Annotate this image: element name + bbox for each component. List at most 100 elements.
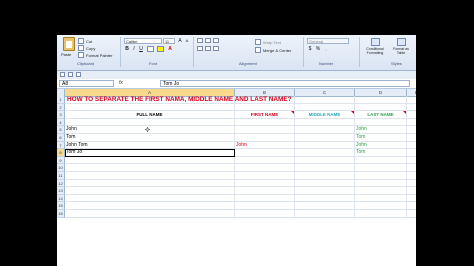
grid-cell[interactable]: [355, 118, 407, 127]
grid-cell[interactable]: [407, 104, 416, 112]
fx-icon[interactable]: fx: [119, 80, 123, 86]
grid-cell[interactable]: [407, 164, 416, 172]
cell-a5[interactable]: John: [65, 126, 235, 134]
grid-cell[interactable]: [407, 134, 416, 142]
align-bottom-icon[interactable]: [213, 38, 219, 43]
grid-cell[interactable]: [355, 172, 407, 180]
grid-cell[interactable]: [407, 210, 416, 218]
cell-d6[interactable]: Tom: [355, 134, 407, 142]
grid-cell[interactable]: [355, 202, 407, 210]
grid-cell[interactable]: [65, 202, 235, 210]
row-header-12[interactable]: 12: [57, 179, 65, 188]
grid-cell[interactable]: [295, 179, 355, 188]
grid-cell[interactable]: [407, 96, 416, 104]
header-middle-name[interactable]: MIDDLE NAME: [295, 111, 355, 119]
grid-cell[interactable]: [235, 134, 295, 142]
align-top-icon[interactable]: [197, 38, 203, 43]
grid-cell[interactable]: [65, 187, 235, 195]
grid-cell[interactable]: [65, 156, 235, 165]
cell-a7[interactable]: John Tom: [65, 142, 235, 150]
grid-cell[interactable]: [355, 103, 407, 112]
worksheet-grid[interactable]: A B C D E 12345678910111213141516 HOW TO…: [57, 89, 416, 266]
row-header-11[interactable]: 11: [57, 172, 65, 180]
grid-cell[interactable]: [355, 210, 407, 218]
name-box[interactable]: A8: [59, 80, 114, 87]
row-header-8[interactable]: 8: [57, 149, 65, 157]
fill-color-icon[interactable]: [157, 46, 164, 52]
cell-d7[interactable]: John: [355, 142, 407, 150]
underline-button[interactable]: U: [138, 46, 144, 52]
grid-cell[interactable]: [65, 103, 235, 112]
format-painter-button[interactable]: Format Painter: [78, 52, 112, 58]
grid-cell[interactable]: [235, 187, 295, 195]
grid-cell[interactable]: [235, 179, 295, 188]
grid-cell[interactable]: [295, 118, 355, 127]
row-header-4[interactable]: 4: [57, 118, 65, 127]
percent-icon[interactable]: %: [315, 46, 321, 52]
cell-a6[interactable]: Tom: [65, 134, 235, 142]
align-right-icon[interactable]: [213, 46, 219, 51]
column-header-d[interactable]: D: [355, 89, 407, 96]
row-header-6[interactable]: 6: [57, 134, 65, 142]
grid-cell[interactable]: [65, 172, 235, 180]
paste-button[interactable]: Paste: [60, 37, 76, 59]
redo-icon[interactable]: [76, 72, 81, 77]
format-as-table-button[interactable]: Format as Table: [389, 38, 413, 55]
grid-cell[interactable]: [407, 195, 416, 203]
grid-cell[interactable]: [65, 118, 235, 127]
row-header-16[interactable]: 16: [57, 210, 65, 218]
grid-cell[interactable]: [235, 202, 295, 210]
header-last-name[interactable]: LAST NAME: [355, 111, 407, 119]
currency-icon[interactable]: $: [307, 46, 313, 52]
grid-cell[interactable]: [295, 149, 355, 157]
column-header-e[interactable]: E: [407, 89, 416, 96]
shrink-font-icon[interactable]: A: [184, 38, 190, 44]
row-header-9[interactable]: 9: [57, 156, 65, 165]
sheet-title-cell[interactable]: HOW TO SEPARATE THE FIRST NAMA, MIDDLE N…: [67, 96, 292, 103]
grid-cell[interactable]: [295, 156, 355, 165]
row-header-5[interactable]: 5: [57, 126, 65, 134]
row-header-7[interactable]: 7: [57, 141, 65, 150]
number-format-select[interactable]: General: [307, 38, 349, 44]
cell-d5[interactable]: John: [355, 126, 407, 134]
grid-cell[interactable]: [295, 103, 355, 112]
comma-style-icon[interactable]: ,: [323, 46, 329, 52]
cell-b7[interactable]: John: [235, 142, 295, 150]
grid-cell[interactable]: [65, 210, 235, 218]
grid-cell[interactable]: [407, 187, 416, 195]
grid-cell[interactable]: [235, 149, 295, 157]
grid-cell[interactable]: [295, 202, 355, 210]
merge-center-button[interactable]: Merge & Center: [255, 47, 291, 53]
row-header-1[interactable]: 1: [57, 96, 65, 104]
cell-d8[interactable]: Tom: [355, 149, 407, 157]
row-header-13[interactable]: 13: [57, 187, 65, 195]
grid-cell[interactable]: [407, 157, 416, 165]
select-all-corner[interactable]: [57, 89, 65, 96]
grid-cell[interactable]: [355, 179, 407, 188]
grid-cell[interactable]: [235, 210, 295, 218]
header-full-name[interactable]: FULL NAME: [65, 111, 235, 119]
column-header-c[interactable]: C: [295, 89, 355, 96]
row-header-14[interactable]: 14: [57, 194, 65, 203]
grid-cell[interactable]: [295, 141, 355, 150]
grid-cell[interactable]: [355, 96, 407, 104]
grid-cell[interactable]: [65, 194, 235, 203]
grid-cell[interactable]: [407, 180, 416, 188]
row-header-2[interactable]: 2: [57, 103, 65, 112]
align-middle-icon[interactable]: [205, 38, 211, 43]
copy-button[interactable]: Copy: [78, 45, 95, 51]
grid-cell[interactable]: [407, 126, 416, 134]
grid-cell[interactable]: [235, 103, 295, 112]
grid-cell[interactable]: [407, 119, 416, 127]
font-name-select[interactable]: Calibri: [124, 38, 162, 44]
grid-cell[interactable]: [355, 194, 407, 203]
conditional-formatting-button[interactable]: Conditional Formatting: [362, 38, 388, 55]
grid-cell[interactable]: [235, 172, 295, 180]
grid-cell[interactable]: [295, 134, 355, 142]
font-color-icon[interactable]: A: [167, 46, 173, 52]
undo-icon[interactable]: [68, 72, 73, 77]
grid-cell[interactable]: [65, 164, 235, 172]
column-header-b[interactable]: B: [235, 89, 295, 96]
row-header-15[interactable]: 15: [57, 202, 65, 210]
align-center-icon[interactable]: [205, 46, 211, 51]
